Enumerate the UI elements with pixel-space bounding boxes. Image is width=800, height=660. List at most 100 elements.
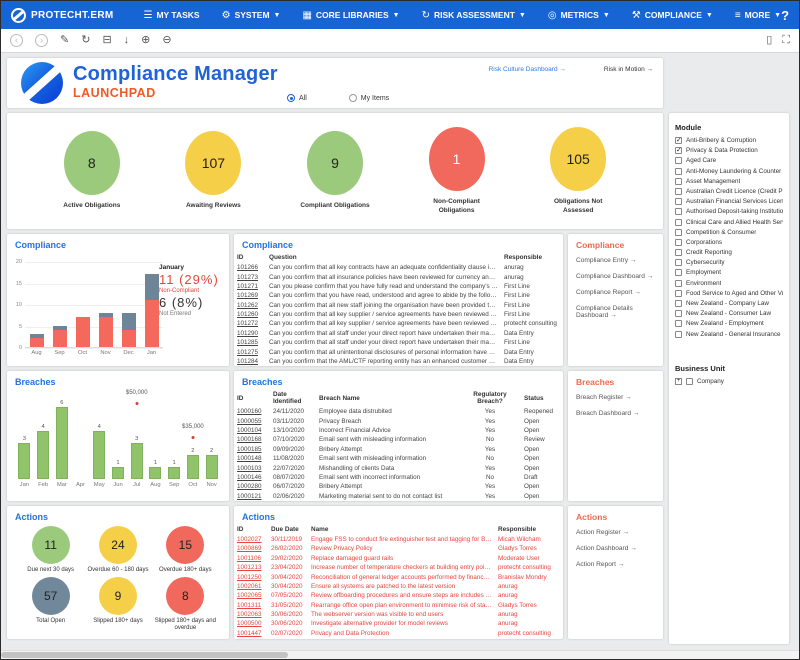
module-checkbox-corporations[interactable]: Corporations: [675, 239, 783, 246]
fullscreen-icon[interactable]: ⛶: [782, 35, 790, 46]
breach-link-breach-dashboard[interactable]: Breach Dashboard →: [568, 405, 663, 421]
module-checkbox-environment[interactable]: Environment: [675, 280, 783, 287]
nav-item-my-tasks[interactable]: ☰MY TASKS: [144, 10, 200, 21]
row-id-link[interactable]: 1001311: [234, 601, 268, 610]
row-id-link[interactable]: 101273: [234, 272, 266, 281]
bookmark-icon[interactable]: ▯: [766, 35, 772, 46]
zoom-out-icon[interactable]: ⊖: [162, 35, 171, 46]
module-checkbox-anti-money-laundering-counter-terr[interactable]: Anti-Money Laundering & Counter Terr: [675, 168, 783, 175]
row-id-link[interactable]: 1001250: [234, 572, 268, 581]
compliance-link-compliance-entry[interactable]: Compliance Entry →: [568, 252, 663, 268]
brand-home-link[interactable]: PROTECHT.ERM: [11, 8, 114, 23]
row-id-link[interactable]: 1000148: [234, 454, 270, 463]
breach-bar-jan[interactable]: [18, 443, 30, 479]
risk-in-motion-link[interactable]: Risk in Motion →: [604, 66, 653, 73]
module-checkbox-asset-management[interactable]: Asset Management: [675, 178, 783, 185]
action-circle-total-open[interactable]: 57: [32, 577, 70, 615]
nav-item-system[interactable]: ⚙SYSTEM▼: [222, 10, 281, 21]
nav-item-metrics[interactable]: ◎METRICS▼: [548, 10, 610, 21]
bar-segment-non-compliant[interactable]: [30, 338, 44, 347]
row-id-link[interactable]: 1000121: [234, 492, 270, 501]
breach-bar-mar[interactable]: [56, 407, 68, 479]
bar-segment-non-compliant[interactable]: [122, 330, 136, 347]
breach-bar-feb[interactable]: [37, 431, 49, 479]
row-id-link[interactable]: 101275: [234, 347, 266, 356]
bar-segment-not-entered[interactable]: [145, 274, 159, 300]
row-id-link[interactable]: 1000869: [234, 544, 268, 553]
row-id-link[interactable]: 101260: [234, 310, 266, 319]
action-circle-slipped-180-days[interactable]: 9: [99, 577, 137, 615]
stat-circle-compliant-obligations[interactable]: 9: [307, 131, 363, 195]
module-checkbox-new-zealand-company-law[interactable]: New Zealand - Company Law: [675, 300, 783, 307]
module-checkbox-new-zealand-consumer-law[interactable]: New Zealand - Consumer Law: [675, 310, 783, 317]
compliance-link-compliance-report[interactable]: Compliance Report →: [568, 284, 663, 300]
breach-bar-may[interactable]: [93, 431, 105, 479]
row-id-link[interactable]: 1002065: [234, 591, 268, 600]
row-id-link[interactable]: 1002027: [234, 535, 268, 544]
action-link-action-register[interactable]: Action Register →: [568, 524, 663, 540]
row-id-link[interactable]: 1002061: [234, 582, 268, 591]
module-checkbox-privacy-data-protection[interactable]: ✓Privacy & Data Protection: [675, 147, 783, 154]
nav-item-core-libraries[interactable]: ▦CORE LIBRARIES▼: [302, 10, 399, 21]
row-id-link[interactable]: 1000146: [234, 473, 270, 482]
row-id-link[interactable]: 1001213: [234, 563, 268, 572]
bar-segment-not-entered[interactable]: [122, 313, 136, 330]
forward-icon[interactable]: ›: [35, 34, 48, 47]
module-checkbox-competition-consumer[interactable]: Competition & Consumer: [675, 229, 783, 236]
row-id-link[interactable]: 101285: [234, 338, 266, 347]
stat-circle-awaiting-reviews[interactable]: 107: [185, 131, 241, 195]
bar-segment-non-compliant[interactable]: [53, 330, 67, 347]
row-id-link[interactable]: 1000160: [234, 407, 270, 416]
zoom-in-icon[interactable]: ⊕: [141, 35, 150, 46]
module-checkbox-credit-reporting[interactable]: Credit Reporting: [675, 249, 783, 256]
action-link-action-dashboard[interactable]: Action Dashboard →: [568, 540, 663, 556]
module-checkbox-clinical-care-and-allied-health-service[interactable]: Clinical Care and Allied Health Service: [675, 219, 783, 226]
module-checkbox-cybersecurity[interactable]: Cybersecurity: [675, 259, 783, 266]
module-checkbox-employment[interactable]: Employment: [675, 269, 783, 276]
compliance-link-compliance-details-dashboard[interactable]: Compliance Details Dashboard →: [568, 300, 663, 323]
help-icon[interactable]: ?: [781, 8, 789, 23]
module-checkbox-australian-financial-services-licence[interactable]: Australian Financial Services Licence (: [675, 198, 783, 205]
bar-segment-non-compliant[interactable]: [76, 317, 90, 347]
row-id-link[interactable]: 101266: [234, 263, 266, 272]
row-id-link[interactable]: 1000280: [234, 482, 270, 491]
action-link-action-report[interactable]: Action Report →: [568, 556, 663, 572]
radio-my-items[interactable]: My Items: [349, 94, 389, 102]
module-checkbox-anti-bribery-corruption[interactable]: ✓Anti-Bribery & Corruption: [675, 137, 783, 144]
refresh-icon[interactable]: ↻: [81, 35, 90, 46]
nav-item-risk-assessment[interactable]: ↻RISK ASSESSMENT▼: [422, 10, 526, 21]
back-icon[interactable]: ‹: [10, 34, 23, 47]
row-id-link[interactable]: 1001447: [234, 629, 268, 638]
scrollbar-thumb[interactable]: [1, 652, 288, 658]
edit-icon[interactable]: ✎: [60, 35, 69, 46]
risk-culture-dashboard-link[interactable]: Risk Culture Dashboard →: [489, 66, 566, 73]
bar-segment-non-compliant[interactable]: [145, 300, 159, 347]
action-circle-overdue-180-days[interactable]: 15: [166, 526, 204, 564]
module-checkbox-authorised-deposit-taking-institutions[interactable]: Authorised Deposit-taking Institutions: [675, 208, 783, 215]
bar-segment-non-compliant[interactable]: [99, 317, 113, 347]
breach-bar-oct[interactable]: [187, 455, 199, 479]
stat-circle-non-compliant-obligations[interactable]: 1: [429, 127, 485, 191]
expand-icon[interactable]: +: [675, 378, 682, 385]
stat-circle-obligations-not-assessed[interactable]: 105: [550, 127, 606, 191]
module-checkbox-aged-care[interactable]: Aged Care: [675, 157, 783, 164]
breach-bar-jun[interactable]: [112, 467, 124, 479]
row-id-link[interactable]: 101271: [234, 282, 266, 291]
breach-bar-jul[interactable]: [131, 443, 143, 479]
row-id-link[interactable]: 1000500: [234, 619, 268, 628]
row-id-link[interactable]: 101290: [234, 329, 266, 338]
breach-bar-nov[interactable]: [206, 455, 218, 479]
row-id-link[interactable]: 1000168: [234, 435, 270, 444]
business-unit-checkbox[interactable]: [686, 378, 693, 385]
module-checkbox-australian-credit-licence-credit-provi[interactable]: Australian Credit Licence (Credit Provi: [675, 188, 783, 195]
row-id-link[interactable]: 1000055: [234, 417, 270, 426]
print-icon[interactable]: ⊟: [102, 35, 111, 46]
action-circle-slipped-180-days-and-overdue[interactable]: 8: [166, 577, 204, 615]
breach-bar-aug[interactable]: [149, 467, 161, 479]
module-checkbox-new-zealand-employment[interactable]: New Zealand - Employment: [675, 320, 783, 327]
row-id-link[interactable]: 101269: [234, 291, 266, 300]
compliance-link-compliance-dashboard[interactable]: Compliance Dashboard →: [568, 268, 663, 284]
row-id-link[interactable]: 101284: [234, 357, 266, 366]
download-icon[interactable]: ↓: [124, 35, 130, 46]
row-id-link[interactable]: 101262: [234, 301, 266, 310]
